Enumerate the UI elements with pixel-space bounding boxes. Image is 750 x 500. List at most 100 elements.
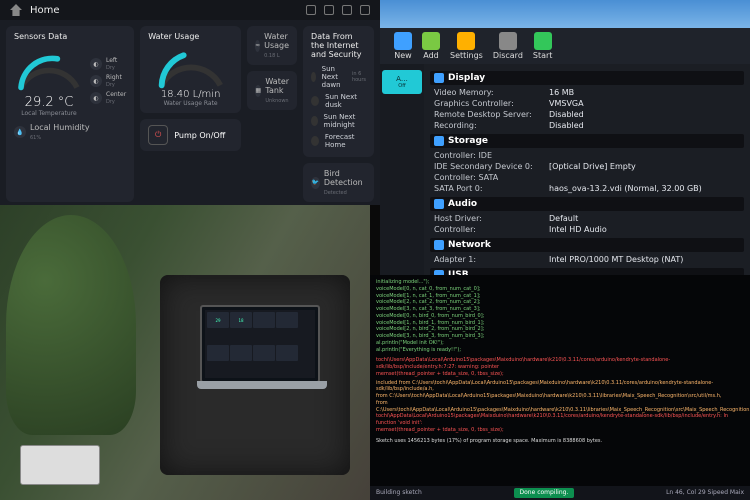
pump-icon: ⏻ xyxy=(148,125,168,145)
code-line: voiceModel[2, n, cat_2, from_num_cat_2]; xyxy=(376,299,744,306)
edit-icon[interactable] xyxy=(342,5,352,15)
water-rate-label: Water Usage Rate xyxy=(148,100,233,107)
menu-icon[interactable] xyxy=(360,5,370,15)
temperature-gauge xyxy=(14,45,84,95)
bird-detection-tile[interactable]: 🐦Bird DetectionDetected xyxy=(303,163,374,202)
cursor-position: Ln 46, Col 29 Sipeed Maix xyxy=(666,489,744,497)
dashboard-topbar: Home xyxy=(0,0,380,20)
detail-row: Recording:Disabled xyxy=(430,120,744,131)
add-button[interactable]: Add xyxy=(422,32,440,60)
build-status: Building sketch xyxy=(376,489,422,497)
vm-details: Display Video Memory:16 MB Graphics Cont… xyxy=(424,64,750,288)
add-icon xyxy=(422,32,440,50)
detail-row: Host Driver:Default xyxy=(430,213,744,224)
detail-row: IDE Secondary Device 0:[Optical Drive] E… xyxy=(430,161,744,172)
detail-row: Controller:Intel HD Audio xyxy=(430,224,744,235)
code-line: voiceModel[3, n, cat_3, from_num_cat_3]; xyxy=(376,306,744,313)
code-line: al.println("Model init OK!"); xyxy=(376,340,744,347)
humidity-row[interactable]: 💧Local Humidity61% xyxy=(14,123,126,141)
sun-icon xyxy=(311,72,316,82)
temperature-label: Local Temperature xyxy=(14,110,84,117)
internet-card: Data From the Internet and Security Sun … xyxy=(303,26,374,157)
vm-list: A…Off xyxy=(380,64,424,288)
arduino-terminal[interactable]: initializing model..."); voiceModel[0, n… xyxy=(370,275,750,500)
sun-row[interactable]: Sun Next dusk xyxy=(311,91,366,111)
pump-toggle[interactable]: ⏻ Pump On/Off xyxy=(140,119,241,151)
settings-button[interactable]: Settings xyxy=(450,32,483,60)
home-dashboard: Home Sensors Data 29.2 °C Local Temperat… xyxy=(0,0,380,205)
detail-row: Graphics Controller:VMSVGA xyxy=(430,98,744,109)
settings-icon xyxy=(457,32,475,50)
water-gauge xyxy=(151,45,231,89)
assist-icon[interactable] xyxy=(324,5,334,15)
card-title: Data From the Internet and Security xyxy=(311,32,366,59)
done-compiling-badge: Done compiling. xyxy=(514,488,575,498)
warning-line: tochi\Users\AppData\Local\Arduino15\pack… xyxy=(376,357,744,371)
storage-icon xyxy=(434,136,444,146)
virtualbox-window: New Add Settings Discard Start A…Off Dis… xyxy=(380,0,750,275)
detail-row: SATA Port 0:haos_ova-13.2.vdi (Normal, 3… xyxy=(430,183,744,194)
water-usage-tile[interactable]: ≈Water Usage0.18 L xyxy=(247,26,297,65)
sun-icon xyxy=(311,96,319,106)
cloud-icon xyxy=(311,136,319,146)
sun-row[interactable]: Sun Next midnight xyxy=(311,111,366,131)
list-item[interactable]: ◐CenterDry xyxy=(90,91,126,105)
section-network[interactable]: Network xyxy=(430,238,744,252)
sun-row[interactable]: Sun Next dawnin 6 hours xyxy=(311,63,366,91)
page-title: Home xyxy=(30,5,60,16)
detail-row: Adapter 1:Intel PRO/1000 MT Desktop (NAT… xyxy=(430,254,744,265)
audio-icon xyxy=(434,199,444,209)
card-title: Water Usage xyxy=(148,32,233,41)
section-storage[interactable]: Storage xyxy=(430,134,744,148)
include-line: from C:\Users\tochi\AppData\Local\Arduin… xyxy=(376,400,744,414)
detail-row: Controller: IDE xyxy=(430,150,744,161)
sensors-card: Sensors Data 29.2 °C Local Temperature ◐… xyxy=(6,26,134,202)
card-title: Sensors Data xyxy=(14,32,126,41)
include-line: from C:\Users\tochi\AppData\Local\Arduin… xyxy=(376,393,744,400)
code-line: voiceModel[0, n, cat_0, from_num_cat_0]; xyxy=(376,286,744,293)
start-icon xyxy=(534,32,552,50)
section-display[interactable]: Display xyxy=(430,71,744,85)
home-icon[interactable] xyxy=(10,4,22,16)
plant xyxy=(6,215,136,435)
code-line: al.println("Everything is ready!!"); xyxy=(376,347,744,354)
network-icon xyxy=(434,240,444,250)
water-rate-value: 18.40 L/min xyxy=(148,89,233,100)
start-button[interactable]: Start xyxy=(533,32,553,60)
moon-icon xyxy=(311,116,318,126)
water-card: Water Usage 18.40 L/min Water Usage Rate xyxy=(140,26,241,113)
code-line: voiceModel[2, n, bird_2, from_num_bird_2… xyxy=(376,326,744,333)
detail-row: Video Memory:16 MB xyxy=(430,87,744,98)
code-line: voiceModel[3, n, bird_3, from_num_bird_3… xyxy=(376,333,744,340)
include-line: included from C:\Users\tochi\AppData\Loc… xyxy=(376,380,744,394)
list-item[interactable]: ◐RightDry xyxy=(90,74,126,88)
section-audio[interactable]: Audio xyxy=(430,197,744,211)
discard-button[interactable]: Discard xyxy=(493,32,523,60)
search-icon[interactable] xyxy=(306,5,316,15)
warning-line: memset(thread_pointer + tdata_size, 0, t… xyxy=(376,371,744,378)
code-line: voiceModel[0, n, bird_0, from_num_bird_0… xyxy=(376,313,744,320)
new-button[interactable]: New xyxy=(394,32,412,60)
code-line: initializing model..."); xyxy=(376,279,744,286)
detail-row: Controller: SATA xyxy=(430,172,744,183)
list-item[interactable]: ◐LeftDry xyxy=(90,57,126,71)
sensor-device xyxy=(20,445,100,485)
temperature-value: 29.2 °C xyxy=(14,95,84,110)
hardware-photo: 2918 xyxy=(0,205,370,500)
code-line: voiceModel[1, n, cat_1, from_num_cat_1]; xyxy=(376,293,744,300)
warning-line: memset(thread_pointer + tdata_size, 0, t… xyxy=(376,427,744,434)
discard-icon xyxy=(499,32,517,50)
water-tank-tile[interactable]: ▦Water TankUnknown xyxy=(247,71,297,110)
bird-icon: 🐦 xyxy=(311,177,320,189)
preview-area xyxy=(380,0,750,28)
status-bar: Building sketch Done compiling. Ln 46, C… xyxy=(370,486,750,500)
code-line: voiceModel[1, n, bird_1, from_num_bird_1… xyxy=(376,320,744,327)
sketch-size-line: Sketch uses 1456213 bytes (17%) of progr… xyxy=(376,438,744,445)
display-icon xyxy=(434,73,444,83)
laptop: 2918 xyxy=(200,305,320,383)
warning-line: tochi\AppData\Local\Arduino15\packages\M… xyxy=(376,413,744,427)
new-icon xyxy=(394,32,412,50)
forecast-row[interactable]: Forecast Home xyxy=(311,131,366,151)
toolbar: New Add Settings Discard Start xyxy=(380,28,750,64)
vm-item-selected[interactable]: A…Off xyxy=(382,70,422,94)
